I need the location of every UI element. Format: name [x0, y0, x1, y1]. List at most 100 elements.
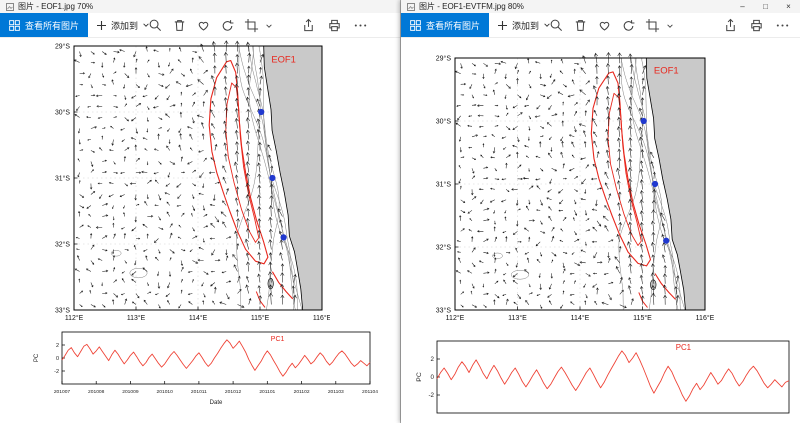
- grid-icon: [9, 20, 20, 31]
- plus-icon: [497, 20, 508, 31]
- svg-text:115°E: 115°E: [633, 314, 652, 322]
- photo-canvas[interactable]: EOF129°S30°S31°S32°S33°S112°E113°E114°E1…: [401, 38, 800, 423]
- svg-text:201101: 201101: [259, 389, 275, 395]
- svg-text:-2: -2: [428, 392, 434, 399]
- toolbar-right-icons: [298, 13, 370, 38]
- plus-icon: [96, 20, 107, 31]
- more-button[interactable]: [350, 16, 370, 36]
- svg-text:32°S: 32°S: [55, 240, 70, 248]
- svg-text:116°E: 116°E: [313, 314, 330, 322]
- share-button[interactable]: [720, 16, 740, 36]
- svg-text:114°E: 114°E: [571, 314, 590, 322]
- view-all-label: 查看所有图片: [426, 19, 480, 32]
- photos-window-right: 图片 - EOF1-EVTFM.jpg 80% – □ × 查看所有图片 添加到: [401, 0, 800, 423]
- svg-text:113°E: 113°E: [508, 314, 527, 322]
- toolbar: 查看所有图片 添加到: [0, 13, 400, 38]
- svg-text:2: 2: [431, 356, 435, 363]
- svg-text:116°E: 116°E: [696, 314, 715, 322]
- chevron-down-icon[interactable]: [265, 22, 273, 30]
- pc1-chart: 2 0 -2 PC1 PC: [413, 333, 799, 423]
- svg-text:114°E: 114°E: [189, 314, 208, 322]
- svg-text:201012: 201012: [225, 389, 242, 395]
- svg-text:112°E: 112°E: [65, 314, 84, 322]
- view-all-label: 查看所有图片: [25, 19, 79, 32]
- trash-icon: [573, 18, 588, 33]
- photo-canvas[interactable]: EOF1 29°S 30°S 31°S 32°S 33°S112°E 113°E 114°E 1…: [0, 38, 400, 423]
- favorite-button[interactable]: [594, 16, 614, 36]
- svg-text:201104: 201104: [362, 389, 378, 395]
- more-button[interactable]: [772, 16, 792, 36]
- print-button[interactable]: [746, 16, 766, 36]
- svg-text:EOF1: EOF1: [654, 66, 679, 77]
- svg-text:0: 0: [56, 356, 59, 362]
- ellipsis-icon: [353, 18, 368, 33]
- svg-text:115°E: 115°E: [251, 314, 270, 322]
- rotate-button[interactable]: [618, 16, 638, 36]
- trash-icon: [172, 18, 187, 33]
- svg-text:Date: Date: [210, 400, 223, 406]
- toolbar-right-icons: [720, 13, 792, 38]
- svg-text:201103: 201103: [328, 389, 344, 395]
- svg-text:33°S: 33°S: [55, 306, 70, 314]
- rotate-icon: [220, 18, 235, 33]
- crop-button[interactable]: [241, 16, 261, 36]
- print-button[interactable]: [324, 16, 344, 36]
- crop-icon: [645, 18, 660, 33]
- zoom-icon: [148, 18, 163, 33]
- zoom-button[interactable]: [546, 16, 566, 36]
- photos-app-icon: [6, 3, 14, 11]
- svg-text:-2: -2: [54, 369, 59, 375]
- photos-app-icon: [407, 3, 415, 11]
- heart-icon: [597, 18, 612, 33]
- add-to-label: 添加到: [512, 19, 539, 32]
- close-button[interactable]: ×: [777, 0, 800, 13]
- svg-text:112°E: 112°E: [446, 314, 465, 322]
- view-all-photos-button[interactable]: 查看所有图片: [401, 13, 489, 37]
- svg-text:EOF1: EOF1: [271, 53, 296, 64]
- share-button[interactable]: [298, 16, 318, 36]
- ellipsis-icon: [775, 18, 790, 33]
- favorite-button[interactable]: [193, 16, 213, 36]
- view-all-photos-button[interactable]: 查看所有图片: [0, 13, 88, 37]
- window-title: 图片 - EOF1-EVTFM.jpg 80%: [419, 1, 524, 12]
- share-icon: [301, 18, 316, 33]
- titlebar[interactable]: 图片 - EOF1.jpg 70%: [0, 0, 400, 13]
- svg-text:29°S: 29°S: [55, 42, 70, 50]
- svg-text:31°S: 31°S: [55, 174, 70, 182]
- svg-text:201011: 201011: [191, 389, 207, 395]
- svg-text:30°S: 30°S: [55, 108, 70, 116]
- grid-icon: [410, 20, 421, 31]
- svg-text:32°S: 32°S: [436, 243, 452, 251]
- svg-text:29°S: 29°S: [436, 54, 452, 62]
- rotate-button[interactable]: [217, 16, 237, 36]
- svg-text:113°E: 113°E: [127, 314, 146, 322]
- minimize-button[interactable]: –: [731, 0, 754, 13]
- crop-button[interactable]: [642, 16, 662, 36]
- photos-window-left: 图片 - EOF1.jpg 70% 查看所有图片 添加到 EOF1 29°S 30°…: [0, 0, 401, 423]
- zoom-icon: [549, 18, 564, 33]
- rotate-icon: [621, 18, 636, 33]
- window-title: 图片 - EOF1.jpg 70%: [18, 1, 93, 12]
- delete-button[interactable]: [570, 16, 590, 36]
- maximize-button[interactable]: □: [754, 0, 777, 13]
- chevron-down-icon[interactable]: [666, 22, 674, 30]
- svg-text:PC: PC: [416, 372, 423, 382]
- share-icon: [723, 18, 738, 33]
- toolbar-center-icons: [546, 13, 674, 38]
- svg-text:PC1: PC1: [676, 343, 691, 352]
- eof-map-figure: EOF129°S30°S31°S32°S33°S112°E113°E114°E1…: [415, 52, 715, 332]
- zoom-button[interactable]: [145, 16, 165, 36]
- svg-text:201009: 201009: [122, 389, 139, 395]
- svg-text:0: 0: [431, 374, 435, 381]
- svg-text:201010: 201010: [157, 389, 174, 395]
- printer-icon: [749, 18, 764, 33]
- svg-text:PC1: PC1: [271, 336, 285, 343]
- titlebar[interactable]: 图片 - EOF1-EVTFM.jpg 80% – □ ×: [401, 0, 800, 13]
- toolbar-center-icons: [145, 13, 273, 38]
- svg-text:PC: PC: [34, 353, 40, 362]
- toolbar: 查看所有图片 添加到: [401, 13, 800, 38]
- crop-icon: [244, 18, 259, 33]
- svg-text:201008: 201008: [88, 389, 105, 395]
- svg-text:33°S: 33°S: [436, 306, 452, 314]
- delete-button[interactable]: [169, 16, 189, 36]
